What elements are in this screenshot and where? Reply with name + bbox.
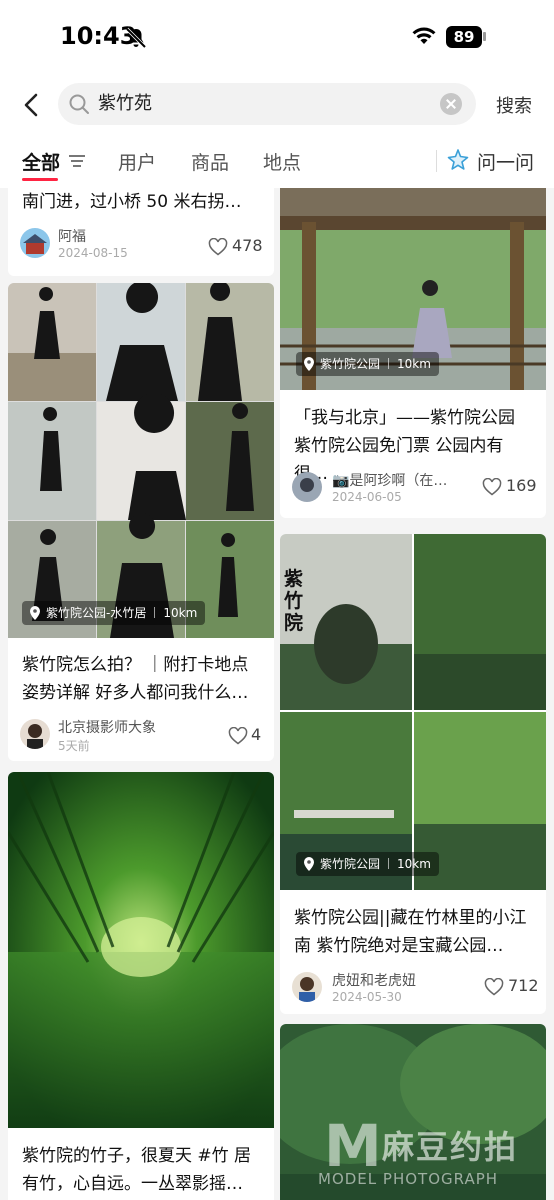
tab-divider [436,150,437,172]
like-count: 712 [508,976,539,995]
ai-sparkle-icon[interactable] [446,148,470,172]
post-date: 2024-06-05 [332,490,402,504]
status-bar: 10:43 89 [0,0,554,76]
tag-separator [154,607,156,618]
avatar[interactable] [20,719,50,749]
search-icon [69,94,89,114]
battery-indicator: 89 [446,26,482,48]
avatar[interactable] [20,228,50,258]
heart-icon[interactable] [482,478,502,496]
search-input[interactable] [98,83,418,125]
location-tag[interactable]: 紫竹院公园-水竹居 10km [22,601,206,625]
location-tag[interactable]: 紫竹院公园 10km [296,852,439,876]
note-card[interactable]: 紫竹院公园-水竹居 10km 紫竹院怎么拍？ ｜附打卡地点姿势详解 好多人都问我什… [8,283,274,761]
watermark-logo: M 麻豆约拍 MODEL PHOTOGRAPH [310,1108,554,1200]
bell-muted-icon [125,27,147,49]
location-pin-icon [30,606,40,620]
note-cover-image: 紫竹院公园 10km [280,188,546,390]
note-card[interactable]: 紫竹院的竹子，很夏天 #竹 居有竹，心自远。一丛翠影摇… [8,772,274,1200]
tag-separator [388,358,390,369]
tab-places[interactable]: 地点 [263,148,301,175]
note-title: 紫竹院怎么拍？ ｜附打卡地点姿势详解 好多人都问我什么… [22,655,249,703]
location-pin-icon [304,857,314,871]
watermark-tagline: MODEL PHOTOGRAPH [318,1170,499,1188]
search-results-feed: 南门进，过小桥 50 米右拐… 阿福 2024-08-15 478 紫竹院公园-… [0,188,554,1200]
tab-all[interactable]: 全部 [22,148,60,175]
note-card[interactable]: 紫竹院 紫竹院公园 10km 紫竹院公园||藏在竹林里的小江南 紫竹院绝对是宝藏公… [280,534,546,1014]
note-title: 南门进，过小桥 50 米右拐… [22,192,242,212]
note-cover-image [8,772,274,1128]
tab-users[interactable]: 用户 [118,148,156,175]
heart-icon[interactable] [228,727,248,745]
watermark-brand: 麻豆约拍 [382,1128,519,1166]
search-button[interactable]: 搜索 [496,92,532,118]
like-count: 4 [251,725,262,744]
tab-products[interactable]: 商品 [191,148,229,175]
filter-icon[interactable] [68,154,86,168]
note-card[interactable]: 南门进，过小桥 50 米右拐… 阿福 2024-08-15 478 [8,188,274,276]
post-date: 2024-08-15 [58,246,128,260]
avatar[interactable] [292,972,322,1002]
search-box[interactable] [58,83,476,125]
like-count: 478 [232,236,263,255]
note-cover-collage: 紫竹院 紫竹院公园 10km [280,534,546,890]
note-cover-collage: 紫竹院公园-水竹居 10km [8,283,274,638]
heart-icon[interactable] [208,238,228,256]
heart-icon[interactable] [484,978,504,996]
note-card[interactable]: 紫竹院公园10km 「我与北京」——紫竹院公园 紫竹院公园免门票 公园内有很… … [280,188,546,518]
active-tab-indicator [22,178,58,181]
location-name: 紫竹院公园 [320,857,381,871]
location-name: 紫竹院公园-水竹居 [46,606,147,620]
location-pin-icon [304,357,314,371]
tag-separator [388,858,390,869]
author-name[interactable]: 📷是阿珍啊（在… [332,470,447,490]
tab-ask[interactable]: 问一问 [477,148,534,175]
author-name[interactable]: 阿福 [58,226,86,246]
avatar[interactable] [292,472,322,502]
location-distance: 10km [163,606,198,620]
location-tag[interactable]: 紫竹院公园 10km [296,352,439,376]
author-name[interactable]: 北京摄影师大象 [58,717,156,737]
author-name[interactable]: 虎妞和老虎妞 [332,970,416,990]
clear-icon[interactable] [440,93,462,115]
post-date: 5天前 [58,739,90,753]
tab-bar: 全部 用户 商品 地点 问一问 [0,134,554,188]
chevron-left-icon[interactable] [18,90,46,120]
like-count: 169 [506,476,537,495]
sign-text: 紫竹院 [284,568,304,634]
location-name: 紫竹院公园 [320,357,381,371]
note-title: 紫竹院的竹子，很夏天 #竹 居有竹，心自远。一丛翠影摇… [22,1146,252,1194]
search-row: 搜索 [0,76,554,134]
location-distance: 10km [397,357,431,371]
location-distance: 10km [397,857,431,871]
post-date: 2024-05-30 [332,990,402,1004]
wifi-icon [412,27,436,44]
battery-tip [483,32,486,41]
note-title: 紫竹院公园||藏在竹林里的小江南 紫竹院绝对是宝藏公园… [294,908,527,956]
